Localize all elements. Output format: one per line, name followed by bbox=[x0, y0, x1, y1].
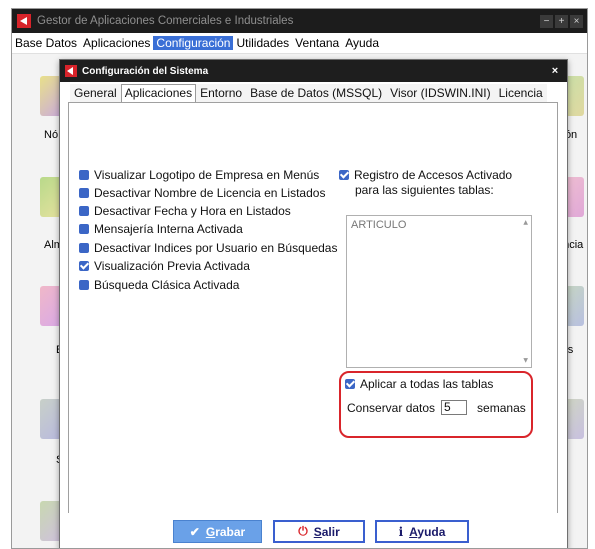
checkbox[interactable] bbox=[79, 243, 89, 253]
option-label: Visualización Previa Activada bbox=[94, 259, 250, 273]
checkbox-checked[interactable] bbox=[79, 261, 89, 271]
option-busqueda-clasica[interactable]: Búsqueda Clásica Activada bbox=[79, 278, 239, 292]
menu-ventana[interactable]: Ventana bbox=[292, 36, 342, 50]
save-button-label: Grabar bbox=[206, 525, 245, 539]
save-button[interactable]: ✔ Grabar bbox=[173, 520, 262, 543]
scroll-up-icon[interactable]: ▲ bbox=[523, 219, 528, 226]
app-titlebar: Gestor de Aplicaciones Comerciales e Ind… bbox=[12, 9, 587, 33]
retention-weeks-input[interactable]: 5 bbox=[441, 400, 468, 415]
tab-base-datos[interactable]: Base de Datos (MSSQL) bbox=[246, 84, 387, 102]
checkbox-checked[interactable] bbox=[339, 170, 349, 180]
check-icon: ✔ bbox=[189, 524, 200, 539]
option-mensajeria[interactable]: Mensajería Interna Activada bbox=[79, 222, 243, 236]
tab-bar: General Aplicaciones Entorno Base de Dat… bbox=[70, 84, 547, 102]
registro-sublabel: para las siguientes tablas: bbox=[355, 183, 494, 197]
maximize-button[interactable]: + bbox=[555, 14, 568, 28]
dialog-logo-icon bbox=[65, 65, 77, 77]
checkbox[interactable] bbox=[79, 206, 89, 216]
app-title: Gestor de Aplicaciones Comerciales e Ind… bbox=[37, 15, 294, 27]
desktop-app-label: Nó bbox=[44, 129, 59, 141]
tab-panel-aplicaciones: Visualizar Logotipo de Empresa en Menús … bbox=[68, 102, 558, 514]
option-label: Desactivar Indices por Usuario en Búsque… bbox=[94, 241, 338, 255]
checkbox[interactable] bbox=[79, 280, 89, 290]
save-mnemonic: G bbox=[205, 524, 216, 539]
menu-configuracion[interactable]: Configuración bbox=[153, 36, 234, 50]
application-window: Gestor de Aplicaciones Comerciales e Ind… bbox=[11, 8, 588, 549]
help-button[interactable]: i Ayuda bbox=[375, 520, 469, 543]
tab-general[interactable]: General bbox=[70, 84, 121, 102]
exit-button[interactable]: ⏻ Salir bbox=[273, 520, 365, 543]
scroll-down-icon[interactable]: ▼ bbox=[523, 357, 528, 364]
menu-utilidades[interactable]: Utilidades bbox=[233, 36, 292, 50]
config-dialog: Configuración del Sistema × General Apli… bbox=[59, 59, 568, 548]
checkbox[interactable] bbox=[79, 170, 89, 180]
app-logo-icon bbox=[17, 14, 31, 28]
help-button-label: Ayuda bbox=[409, 525, 445, 539]
menu-bar: Base Datos Aplicaciones Configuración Ut… bbox=[12, 33, 587, 54]
save-label-rest: rabar bbox=[215, 524, 246, 539]
tables-list[interactable]: ARTICULO ▲ ▼ bbox=[346, 215, 532, 368]
checkbox[interactable] bbox=[79, 224, 89, 234]
option-visualizacion-previa[interactable]: Visualización Previa Activada bbox=[79, 259, 250, 273]
info-icon: i bbox=[398, 524, 404, 539]
window-controls: − + × bbox=[540, 14, 583, 28]
option-label: Visualizar Logotipo de Empresa en Menús bbox=[94, 168, 320, 182]
dialog-titlebar: Configuración del Sistema × bbox=[60, 60, 567, 82]
power-icon: ⏻ bbox=[298, 524, 308, 538]
option-indices[interactable]: Desactivar Indices por Usuario en Búsque… bbox=[79, 241, 337, 255]
menu-aplicaciones[interactable]: Aplicaciones bbox=[80, 36, 153, 50]
dialog-close-button[interactable]: × bbox=[547, 65, 563, 77]
help-label-rest: yuda bbox=[417, 524, 446, 539]
menu-ayuda[interactable]: Ayuda bbox=[342, 36, 382, 50]
option-label: Desactivar Fecha y Hora en Listados bbox=[94, 204, 291, 218]
checkbox-checked[interactable] bbox=[345, 379, 355, 389]
option-nombre-licencia[interactable]: Desactivar Nombre de Licencia en Listado… bbox=[79, 186, 325, 200]
exit-label-rest: alir bbox=[321, 524, 340, 539]
button-bar: ✔ Grabar ⏻ Salir i Ayuda bbox=[60, 513, 567, 548]
retention-unit: semanas bbox=[477, 400, 526, 415]
option-label: Mensajería Interna Activada bbox=[94, 222, 243, 236]
option-aplicar-todas[interactable]: Aplicar a todas las tablas bbox=[345, 377, 493, 391]
option-label: Aplicar a todas las tablas bbox=[360, 377, 494, 391]
minimize-button[interactable]: − bbox=[540, 14, 553, 28]
retention-row: Conservar datos 5 semanas bbox=[347, 400, 526, 415]
option-label: Búsqueda Clásica Activada bbox=[94, 278, 240, 292]
close-window-button[interactable]: × bbox=[570, 14, 583, 28]
exit-button-label: Salir bbox=[314, 525, 340, 539]
tab-licencia[interactable]: Licencia bbox=[494, 84, 547, 102]
option-logotipo[interactable]: Visualizar Logotipo de Empresa en Menús bbox=[79, 168, 319, 182]
tab-entorno[interactable]: Entorno bbox=[196, 84, 247, 102]
retention-label: Conservar datos bbox=[347, 400, 436, 415]
tab-aplicaciones[interactable]: Aplicaciones bbox=[120, 84, 197, 102]
option-label: Desactivar Nombre de Licencia en Listado… bbox=[94, 186, 326, 200]
tab-visor[interactable]: Visor (IDSWIN.INI) bbox=[386, 84, 495, 102]
exit-mnemonic: S bbox=[313, 524, 322, 539]
option-fecha-hora[interactable]: Desactivar Fecha y Hora en Listados bbox=[79, 204, 291, 218]
option-registro-accesos[interactable]: Registro de Accesos Activado bbox=[339, 168, 512, 182]
list-item[interactable]: ARTICULO bbox=[351, 219, 406, 231]
checkbox[interactable] bbox=[79, 188, 89, 198]
menu-base-datos[interactable]: Base Datos bbox=[12, 36, 80, 50]
option-label: Registro de Accesos Activado bbox=[354, 168, 513, 182]
dialog-title: Configuración del Sistema bbox=[82, 65, 209, 77]
